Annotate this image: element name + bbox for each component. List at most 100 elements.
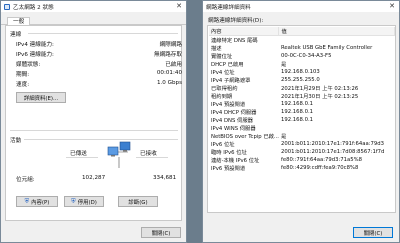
property-cell: 臨時 IPv6 位址 — [211, 150, 247, 156]
table-row[interactable]: 連線特定 DNS 尾碼 — [209, 36, 395, 45]
details-button[interactable]: 詳細資料(E)... — [16, 92, 66, 103]
status-tab-strip: 一般 — [1, 15, 186, 26]
value-cell: 192.168.0.1 — [280, 101, 313, 107]
table-row[interactable]: DHCP 已啟用 是 — [209, 60, 395, 68]
property-cell: IPv4 位址 — [211, 70, 235, 76]
value-cell — [279, 124, 395, 132]
details-window-title: 網路連線詳細資料 — [206, 4, 251, 11]
shield-icon: ⛨ — [71, 197, 76, 205]
property-cell: NetBIOS over Tcpip 已啟... — [211, 134, 279, 140]
bytes-sent: 102,287 — [82, 175, 106, 181]
section-divider — [10, 130, 178, 131]
row-label: 速度: — [16, 82, 30, 88]
value-cell: 2021年1月30日 上午 02:13:25 — [280, 94, 359, 100]
value-cell: 192.168.0.103 — [280, 69, 320, 75]
disable-label: 停用(D) — [77, 199, 97, 206]
shield-icon: ⛨ — [24, 197, 30, 205]
table-row[interactable]: IPv6 位址 2001:b011:2010:17e1:791f:64aa:79d… — [209, 140, 395, 148]
table-row[interactable]: IPv6 預設閘道 fe80::4299:cdff:fea9:70c8%8 — [209, 164, 395, 172]
table-row[interactable]: IPv4 DNS 伺服器 192.168.0.1 — [209, 116, 395, 124]
close-icon[interactable]: ✕ — [176, 2, 182, 10]
table-row[interactable]: 臨時 IPv6 位址 2001:b011:2010:17e1:7d08:8567:… — [209, 148, 395, 156]
row-media-state: 媒體狀態: 已啟用 — [16, 60, 182, 68]
row-value: 已啟用 — [165, 62, 182, 68]
status-window-title: 乙太網路 2 狀態 — [13, 4, 54, 11]
property-cell: IPv6 位址 — [211, 142, 235, 148]
property-cell: IPv6 預設閘道 — [211, 166, 246, 172]
activity-left-rule — [66, 157, 98, 158]
disable-button[interactable]: ⛨ 停用(D) — [64, 196, 104, 207]
table-row[interactable]: 實體位址 00-0C-C0-34-A3-F5 — [209, 52, 395, 60]
value-cell: 192.168.0.1 — [280, 117, 313, 123]
row-value: 無網路存取 — [154, 52, 182, 58]
row-speed: 速度: 1.0 Gbps — [16, 80, 182, 88]
details-title-bar: 網路連線詳細資料 ✕ — [203, 1, 399, 12]
details-close-button[interactable]: 關閉(C) — [353, 227, 393, 238]
table-row[interactable]: IPv4 子網路遮罩 255.255.255.0 — [209, 76, 395, 84]
column-value-header[interactable]: 值 — [278, 27, 395, 36]
property-cell: IPv4 子網路遮罩 — [211, 78, 251, 84]
table-row[interactable]: 連結-本機 IPv6 位址 fe80::791f:64aa:79d3:71a5%8 — [209, 156, 395, 164]
value-cell: 2001:b011:2010:17e1:7d08:8567:1f7d — [280, 149, 385, 155]
property-cell: 連結-本機 IPv6 位址 — [211, 158, 260, 164]
property-cell: 租約到期 — [211, 94, 233, 100]
diagnose-button[interactable]: 診斷(G) — [118, 196, 158, 207]
status-title-bar: 乙太網路 2 狀態 ✕ — [1, 1, 186, 12]
value-cell: fe80::791f:64aa:79d3:71a5%8 — [280, 157, 363, 163]
bytes-label: 位元組: — [16, 177, 35, 183]
table-row[interactable]: NetBIOS over Tcpip 已啟... 是 — [209, 132, 395, 140]
details-subtitle: 網路連線詳細資料(D): — [208, 18, 264, 24]
value-cell — [279, 36, 395, 45]
status-general-panel: 連線 IPv4 連線能力: 網際網路 IPv6 連線能力: 無網路存取 媒體狀態… — [5, 25, 182, 221]
row-ipv6-connectivity: IPv6 連線能力: 無網路存取 — [16, 50, 182, 58]
property-cell: 描述 — [211, 46, 222, 52]
value-cell: 是 — [280, 62, 287, 68]
property-cell: IPv4 預設閘道 — [211, 102, 246, 108]
value-cell: 2001:b011:2010:17e1:791f:64aa:79d3 — [280, 141, 384, 147]
value-cell: 2021年1月29日 上午 02:13:26 — [280, 86, 359, 92]
value-cell: fe80::4299:cdff:fea9:70c8%8 — [280, 165, 359, 171]
row-label: 媒體狀態: — [16, 62, 41, 68]
received-label: 已接收 — [140, 151, 157, 157]
property-cell: 實體位址 — [211, 54, 233, 60]
connection-divider — [28, 33, 178, 34]
table-row[interactable]: 租約到期 2021年1月30日 上午 02:13:25 — [209, 92, 395, 100]
properties-label: 內容(P) — [31, 199, 50, 206]
table-row[interactable]: 描述 Realtek USB GbE Family Controller — [209, 44, 395, 52]
activity-heading: 活動 — [10, 138, 22, 144]
status-window: 乙太網路 2 狀態 ✕ 一般 連線 IPv4 連線能力: 網際網路 IPv6 連… — [0, 0, 187, 243]
row-value: 1.0 Gbps — [156, 80, 182, 86]
table-row[interactable]: IPv4 DHCP 伺服器 192.168.0.1 — [209, 108, 395, 116]
property-cell: 已取得租約 — [211, 86, 238, 92]
table-row[interactable]: IPv4 WINS 伺服器 — [209, 124, 395, 132]
status-close-button[interactable]: 關閉(C) — [141, 227, 181, 238]
row-label: 期間: — [16, 72, 30, 78]
property-cell: DHCP 已啟用 — [211, 62, 244, 68]
value-cell: 是 — [280, 134, 287, 140]
sent-label: 已傳送 — [70, 151, 87, 157]
network-activity-icon — [107, 141, 131, 168]
table-row[interactable]: 已取得租約 2021年1月29日 上午 02:13:26 — [209, 84, 395, 92]
property-cell: 連線特定 DNS 尾碼 — [211, 38, 258, 44]
value-cell: 192.168.0.1 — [280, 109, 313, 115]
row-label: IPv6 連線能力: — [16, 52, 54, 58]
row-label: IPv4 連線能力: — [16, 42, 54, 48]
column-property-header[interactable]: 內容 — [209, 27, 280, 36]
value-cell: 255.255.255.0 — [280, 77, 320, 83]
property-cell: IPv4 WINS 伺服器 — [211, 126, 256, 132]
properties-button[interactable]: ⛨ 內容(P) — [16, 196, 58, 207]
details-list[interactable]: 內容 值 連線特定 DNS 尾碼 描述 Realtek USB GbE Family… — [207, 25, 396, 213]
property-cell: IPv4 DNS 伺服器 — [211, 118, 253, 124]
network-adapter-icon — [4, 3, 10, 10]
row-ipv4-connectivity: IPv4 連線能力: 網際網路 — [16, 40, 182, 48]
value-cell: Realtek USB GbE Family Controller — [280, 45, 373, 51]
details-table: 內容 值 連線特定 DNS 尾碼 描述 Realtek USB GbE Family… — [209, 27, 395, 172]
property-cell: IPv4 DHCP 伺服器 — [211, 110, 257, 116]
table-row[interactable]: IPv4 位址 192.168.0.103 — [209, 68, 395, 76]
table-header: 內容 值 — [209, 27, 395, 36]
table-row[interactable]: IPv4 預設閘道 192.168.0.1 — [209, 100, 395, 108]
details-window: 網路連線詳細資料 ✕ 網路連線詳細資料(D): 內容 值 連線特定 DNS 尾碼… — [202, 0, 400, 243]
row-value: 00:01:40 — [156, 70, 182, 76]
close-icon[interactable]: ✕ — [389, 2, 395, 10]
connection-heading: 連線 — [10, 32, 22, 38]
